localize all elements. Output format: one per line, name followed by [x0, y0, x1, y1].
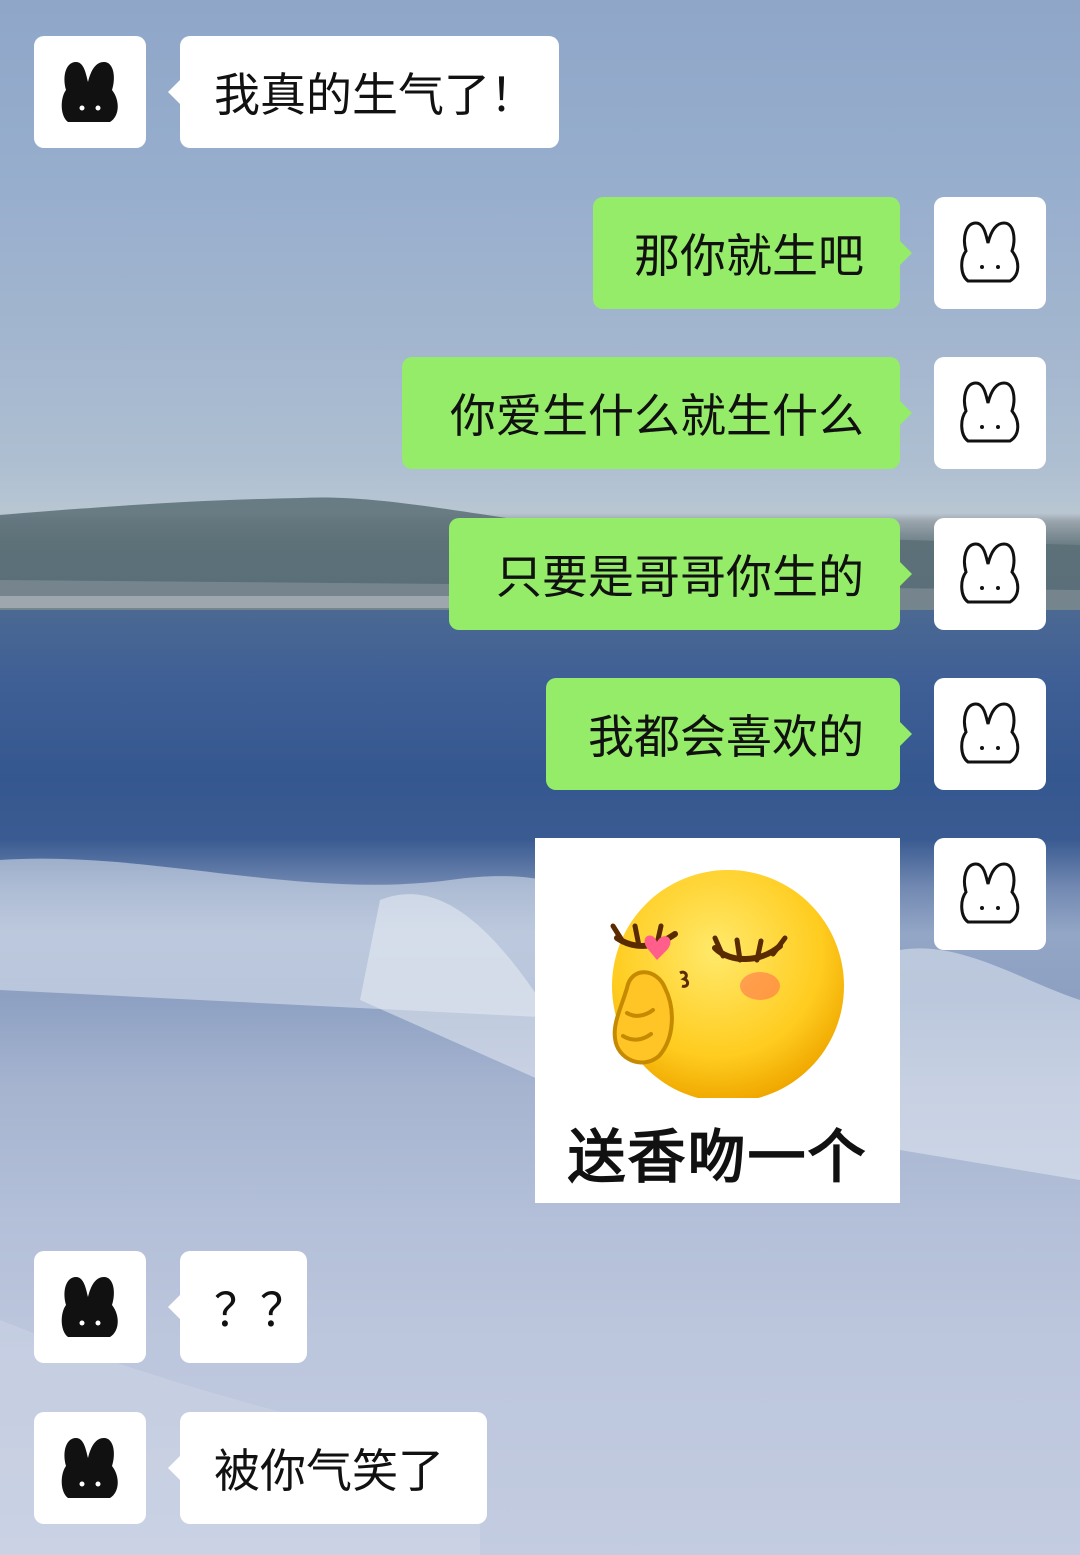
my-avatar[interactable]: [934, 678, 1046, 790]
contact-avatar[interactable]: [34, 1412, 146, 1524]
message-text: ？？: [214, 1283, 306, 1337]
message-text: 我都会喜欢的: [588, 710, 864, 764]
sticker-message[interactable]: 送香吻一个: [535, 838, 900, 1203]
contact-avatar[interactable]: [34, 36, 146, 148]
message-text: 被你气笑了: [214, 1444, 444, 1498]
message-bubble-sent[interactable]: 你爱生什么就生什么: [402, 357, 912, 469]
contact-avatar[interactable]: [34, 1251, 146, 1363]
white-bunny-icon: [960, 542, 1020, 604]
message-bubble-sent[interactable]: 我都会喜欢的: [546, 678, 912, 790]
my-avatar[interactable]: [934, 838, 1046, 950]
black-bunny-icon: [61, 62, 118, 122]
my-avatar[interactable]: [934, 357, 1046, 469]
kissing-face-emoji: [610, 870, 844, 1098]
message-bubble-sent[interactable]: 那你就生吧: [593, 197, 912, 309]
white-bunny-icon: [960, 381, 1020, 443]
message-bubble-received[interactable]: 被你气笑了: [168, 1412, 487, 1524]
white-bunny-icon: [960, 862, 1020, 924]
my-avatar[interactable]: [934, 197, 1046, 309]
message-text: 那你就生吧: [634, 229, 864, 283]
background-sea-image: [0, 497, 1080, 1555]
message-bubble-received[interactable]: ？？: [168, 1251, 307, 1363]
message-text: 你爱生什么就生什么: [450, 389, 864, 443]
black-bunny-icon: [61, 1277, 118, 1337]
message-text: 我真的生气了！: [214, 68, 536, 122]
sticker-caption: 送香吻一个: [567, 1123, 868, 1191]
message-bubble-received[interactable]: 我真的生气了！: [168, 36, 559, 148]
black-bunny-icon: [61, 1438, 118, 1498]
white-bunny-icon: [960, 702, 1020, 764]
message-bubble-sent[interactable]: 只要是哥哥你生的: [449, 518, 912, 630]
my-avatar[interactable]: [934, 518, 1046, 630]
message-text: 只要是哥哥你生的: [496, 550, 864, 604]
white-bunny-icon: [960, 221, 1020, 283]
